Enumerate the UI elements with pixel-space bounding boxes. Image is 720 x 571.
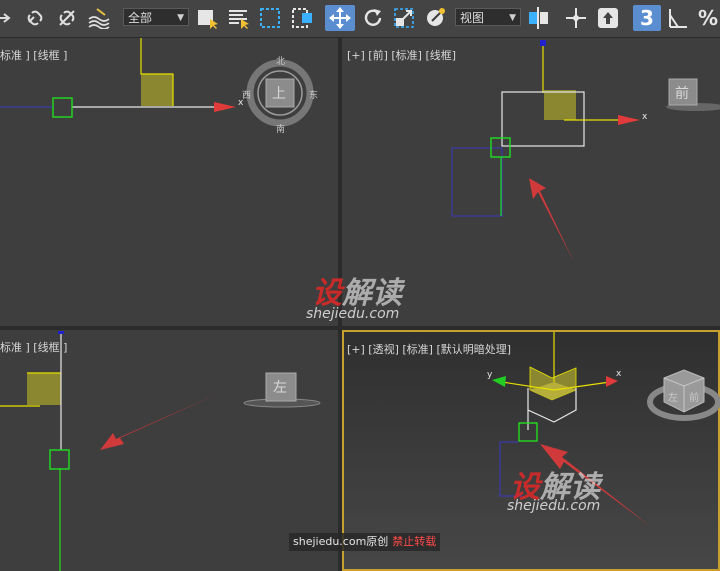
main-toolbar: 全部 ▼ 视图 ▼ 3 % [0,0,720,38]
compass-west-label: 西 [242,91,252,101]
y-axis-arrow [492,376,506,387]
viewport-top-scene [0,38,314,127]
snaps-toggle-label: 3 [640,6,654,30]
blue-outline [451,147,503,217]
snaps-toggle-button[interactable]: 3 [633,5,661,31]
red-pointer-arrow [100,392,222,450]
x-axis-arrow [214,102,236,112]
reference-coordinate-dropdown[interactable]: 视图 ▼ [455,8,521,26]
bind-space-warp-icon[interactable] [86,5,112,31]
chevron-down-icon: ▼ [509,13,516,23]
viewport-top[interactable]: 标准 ] [线框 ] x 上 北 南 东 西 [0,38,338,326]
pivot-gizmo [49,449,70,470]
red-pointer-arrow [529,178,574,262]
viewcube-left-face-label[interactable]: 左 [273,377,287,397]
window-crossing-icon[interactable] [290,5,316,31]
placement-tool-icon[interactable] [423,5,449,31]
keyboard-shortcut-override-icon[interactable] [595,5,621,31]
watermark-url: shejiedu.com [507,498,601,514]
yellow-object [27,373,61,405]
viewport-left-scene [0,331,321,571]
select-by-name-icon[interactable] [226,5,252,31]
unlink-icon[interactable] [54,5,80,31]
viewcube-front-face-label[interactable]: 前 [689,389,699,404]
credit-banner: shejiedu.com原创 禁止转载 [289,533,441,551]
select-and-manipulate-icon[interactable] [563,5,589,31]
selection-filter-dropdown[interactable]: 全部 ▼ [123,8,189,26]
y-axis-label: y [487,370,493,380]
scale-tool-icon[interactable] [391,5,417,31]
blue-top-marker [58,331,64,334]
pivot-center-icon[interactable] [526,5,552,31]
angle-snap-icon[interactable] [666,5,690,31]
percent-snap-button[interactable]: % [696,5,720,31]
chevron-down-icon: ▼ [177,13,184,23]
select-object-icon[interactable] [195,5,221,31]
viewcube-top-face-label[interactable]: 上 [272,83,286,103]
blue-top-marker [540,40,546,46]
yellow-object [141,74,173,106]
credit-warning: 禁止转载 [392,535,437,548]
x-axis-label: x [616,369,622,379]
compass-east-label: 东 [309,91,319,101]
pivot-gizmo [52,97,73,118]
rotate-tool-icon[interactable] [360,5,386,31]
percent-snap-label: % [697,6,719,30]
rectangular-selection-icon[interactable] [258,5,284,31]
viewcube-left-face-label[interactable]: 左 [668,389,678,404]
yellow-object [544,90,576,120]
x-axis-label: x [642,112,648,122]
x-axis-arrow [618,115,640,125]
selection-filter-value: 全部 [128,11,153,25]
redo-arrow-icon[interactable] [0,5,12,31]
viewport-divider-horizontal[interactable] [0,326,720,330]
compass-north-label: 北 [276,57,286,67]
watermark-url: shejiedu.com [306,306,400,322]
move-tool-icon[interactable] [325,5,355,31]
link-icon[interactable] [22,5,48,31]
viewport-left[interactable]: 标准 ] [线框 ] 左 [0,330,338,571]
viewcube-front-face-label[interactable]: 前 [675,83,689,103]
reference-coordinate-value: 视图 [460,11,485,25]
credit-text: shejiedu.com原创 [293,535,389,548]
compass-south-label: 南 [276,125,286,135]
